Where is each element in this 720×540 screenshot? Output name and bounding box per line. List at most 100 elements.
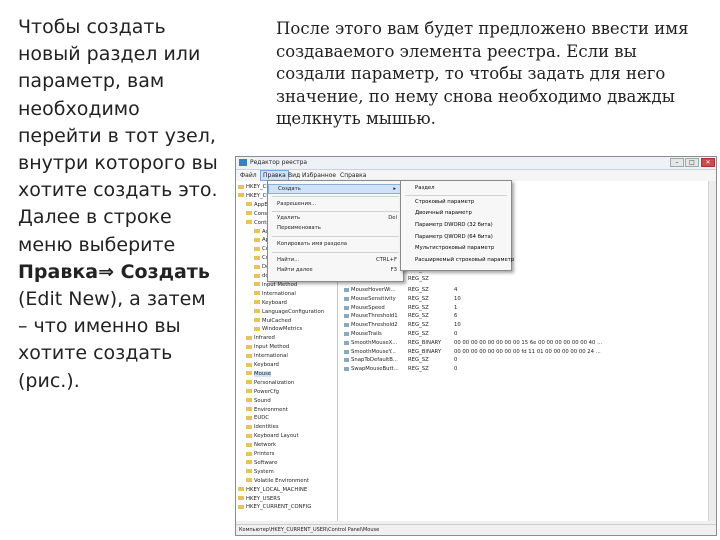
- folder-icon: [254, 255, 260, 260]
- tree-item-label: Printers: [254, 451, 275, 457]
- submenu-item[interactable]: Строковый параметр: [415, 199, 474, 205]
- menu-separator: [405, 195, 507, 196]
- edit-menu-item[interactable]: Переименовать: [268, 224, 403, 234]
- value-type: REG_BINARY: [408, 339, 442, 346]
- tree-item[interactable]: Volatile Environment: [246, 478, 309, 484]
- menu-separator: [272, 236, 399, 237]
- value-data: 6: [454, 313, 458, 320]
- vertical-scrollbar[interactable]: [708, 181, 716, 521]
- value-type: REG_SZ: [408, 313, 429, 320]
- tree-item-label: MuiCached: [262, 317, 292, 324]
- submenu-item[interactable]: Параметр DWORD (32 бита): [415, 222, 493, 228]
- tree-item-label: Infrared: [254, 335, 275, 342]
- value-data: 0: [454, 366, 458, 373]
- value-data: 0: [454, 357, 458, 364]
- tree-item[interactable]: System: [246, 469, 274, 475]
- tree-item[interactable]: PowerCfg: [246, 389, 279, 395]
- folder-icon: [254, 229, 260, 233]
- submenu-item[interactable]: Двоичный параметр: [415, 210, 472, 216]
- tree-item[interactable]: HKEY_LOCAL_MACHINE: [238, 487, 307, 493]
- menu-item-label: Найти...: [277, 257, 300, 263]
- tree-item[interactable]: LanguageConfiguration: [254, 309, 324, 315]
- menu-item-shortcut: Del: [388, 215, 397, 221]
- value-name: MouseThreshold1: [351, 313, 398, 320]
- folder-icon: [246, 344, 252, 349]
- tree-item[interactable]: International: [254, 291, 296, 297]
- folder-icon: [254, 273, 260, 278]
- tree-item-label: HKEY_USERS: [246, 495, 281, 502]
- window-title: Редактор реестра: [250, 159, 308, 166]
- value-type: REG_SZ: [408, 331, 429, 337]
- tree-item[interactable]: Keyboard: [246, 362, 279, 368]
- folder-icon: [254, 309, 260, 314]
- status-bar: Компьютер\HKEY_CURRENT_USER\Control Pane…: [236, 524, 716, 535]
- folder-icon: [238, 487, 244, 492]
- edit-menu-item[interactable]: Создать ▸: [268, 184, 403, 194]
- tree-item[interactable]: Printers: [246, 451, 274, 457]
- edit-menu-item[interactable]: Копировать имя раздела: [268, 240, 403, 250]
- maximize-button[interactable]: □: [685, 158, 699, 167]
- folder-icon: [246, 353, 252, 358]
- submenu-item[interactable]: Расширяемый строковый параметр: [415, 257, 514, 263]
- tree-item-label: PowerCfg: [254, 388, 279, 395]
- tree-item-label: HKEY_LOCAL_MACHINE: [246, 486, 308, 493]
- folder-icon: [246, 220, 252, 225]
- tree-item[interactable]: Network: [246, 442, 276, 448]
- folder-icon: [254, 291, 260, 296]
- tree-item[interactable]: Input Method: [246, 344, 289, 350]
- tree-item[interactable]: Mouse: [246, 370, 272, 377]
- value-type-icon: [344, 323, 349, 328]
- edit-menu-item[interactable]: Разрешения...: [268, 200, 403, 210]
- value-data: 10: [454, 295, 461, 302]
- tree-item[interactable]: Personalization: [246, 380, 294, 386]
- value-type-icon: [344, 314, 349, 319]
- registry-app-icon: [239, 159, 247, 166]
- folder-icon: [254, 246, 260, 251]
- minimize-button[interactable]: –: [670, 158, 684, 167]
- tree-item-label: Keyboard: [262, 299, 287, 306]
- tree-item[interactable]: HKEY_USERS: [238, 496, 280, 502]
- value-name: MouseSpeed: [351, 304, 385, 311]
- edit-menu-item[interactable]: Удалить Del: [268, 214, 403, 224]
- edit-menu-dropdown: Создать ▸ Разрешения... Удалить Del Переимено…: [267, 180, 404, 282]
- value-data: 00 00 00 00 00 00 00 00 15 6e 00 00 00 0…: [454, 339, 603, 346]
- submenu-item[interactable]: Раздел: [415, 185, 435, 191]
- menu-favorites[interactable]: Избранное: [302, 172, 336, 179]
- submenu-item[interactable]: Параметр QWORD (64 бита): [415, 234, 493, 240]
- value-type: REG_SZ: [408, 276, 429, 282]
- tree-item[interactable]: International: [246, 353, 288, 359]
- tree-item-label: Keyboard Layout: [254, 433, 299, 440]
- tree-item[interactable]: Software: [246, 460, 277, 466]
- tree-item-label: Sound: [254, 397, 271, 404]
- tree-item[interactable]: MuiCached: [254, 318, 291, 324]
- tree-item[interactable]: Keyboard Layout: [246, 433, 299, 439]
- folder-icon: [246, 389, 252, 394]
- submenu-item[interactable]: Мультистроковый параметр: [415, 245, 494, 251]
- value-type-icon: [344, 332, 349, 336]
- value-type-icon: [344, 358, 349, 363]
- tree-item[interactable]: WindowMetrics: [254, 326, 302, 332]
- edit-menu-item[interactable]: Найти... CTRL+F: [268, 256, 403, 266]
- menu-help[interactable]: Справка: [340, 172, 366, 179]
- close-button[interactable]: ✕: [701, 158, 715, 167]
- tree-item[interactable]: Environment: [246, 407, 288, 413]
- tree-item-label: International: [254, 353, 288, 360]
- tree-item-label: Software: [254, 459, 278, 466]
- tree-item[interactable]: HKEY_CURRENT_CONFIG: [238, 504, 311, 510]
- folder-icon: [254, 318, 260, 322]
- edit-menu-item[interactable]: Найти далее F3: [268, 266, 403, 276]
- menu-file[interactable]: Файл: [240, 172, 257, 179]
- tree-item[interactable]: Infrared: [246, 335, 275, 341]
- menu-item-shortcut: ▸: [393, 186, 396, 192]
- tree-item-label: Personalization: [254, 379, 295, 386]
- tree-item[interactable]: Sound: [246, 398, 271, 404]
- tree-item-label: Network: [254, 442, 277, 449]
- folder-icon: [238, 193, 244, 198]
- tree-item[interactable]: Keyboard: [254, 300, 287, 306]
- menu-view[interactable]: Вид: [288, 172, 300, 179]
- tree-item[interactable]: EUDC: [246, 415, 269, 421]
- folder-icon: [254, 264, 260, 269]
- create-submenu: Раздел Строковый параметр Двоичный парамет…: [400, 180, 514, 271]
- tree-item[interactable]: Identities: [246, 424, 279, 430]
- tree-item[interactable]: Input Method: [254, 282, 297, 288]
